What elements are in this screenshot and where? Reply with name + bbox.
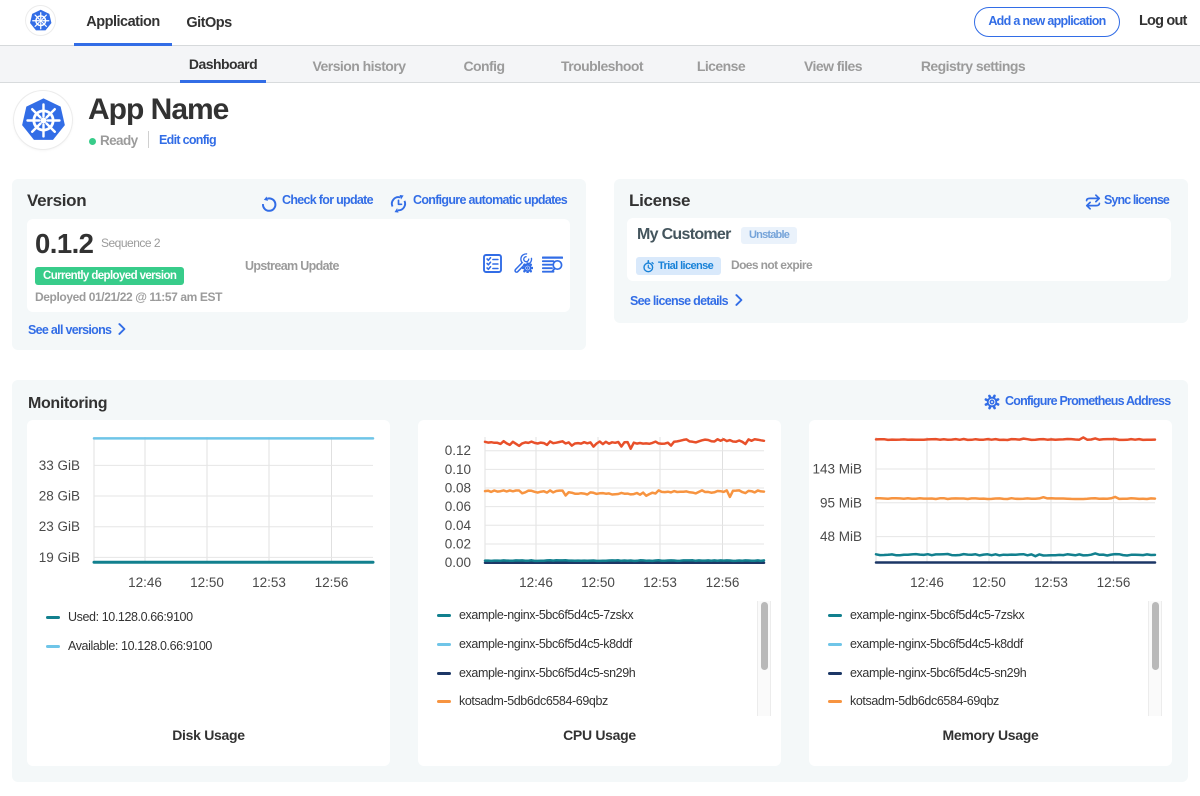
svg-text:12:46: 12:46 bbox=[910, 575, 944, 590]
svg-text:12:46: 12:46 bbox=[128, 575, 162, 590]
svg-text:19 GiB: 19 GiB bbox=[39, 550, 80, 565]
svg-text:0.04: 0.04 bbox=[445, 518, 472, 533]
svg-text:12:53: 12:53 bbox=[643, 575, 677, 590]
svg-text:0.12: 0.12 bbox=[445, 443, 471, 458]
svg-text:12:46: 12:46 bbox=[519, 575, 553, 590]
svg-text:28 GiB: 28 GiB bbox=[39, 489, 80, 504]
svg-text:23 GiB: 23 GiB bbox=[39, 519, 80, 534]
svg-text:12:56: 12:56 bbox=[706, 575, 740, 590]
svg-text:12:53: 12:53 bbox=[252, 575, 286, 590]
svg-text:12:56: 12:56 bbox=[1097, 575, 1131, 590]
svg-text:12:50: 12:50 bbox=[581, 575, 615, 590]
svg-text:0.02: 0.02 bbox=[445, 536, 471, 551]
svg-text:33 GiB: 33 GiB bbox=[39, 458, 80, 473]
svg-text:0.00: 0.00 bbox=[445, 555, 471, 570]
svg-text:95 MiB: 95 MiB bbox=[820, 495, 862, 510]
svg-text:48 MiB: 48 MiB bbox=[820, 529, 862, 544]
svg-text:12:50: 12:50 bbox=[190, 575, 224, 590]
svg-text:143 MiB: 143 MiB bbox=[812, 462, 862, 477]
svg-text:12:50: 12:50 bbox=[972, 575, 1006, 590]
svg-text:12:56: 12:56 bbox=[315, 575, 349, 590]
svg-text:0.06: 0.06 bbox=[445, 499, 471, 514]
svg-text:0.08: 0.08 bbox=[445, 481, 471, 496]
svg-text:0.10: 0.10 bbox=[445, 462, 471, 477]
svg-text:12:53: 12:53 bbox=[1034, 575, 1068, 590]
